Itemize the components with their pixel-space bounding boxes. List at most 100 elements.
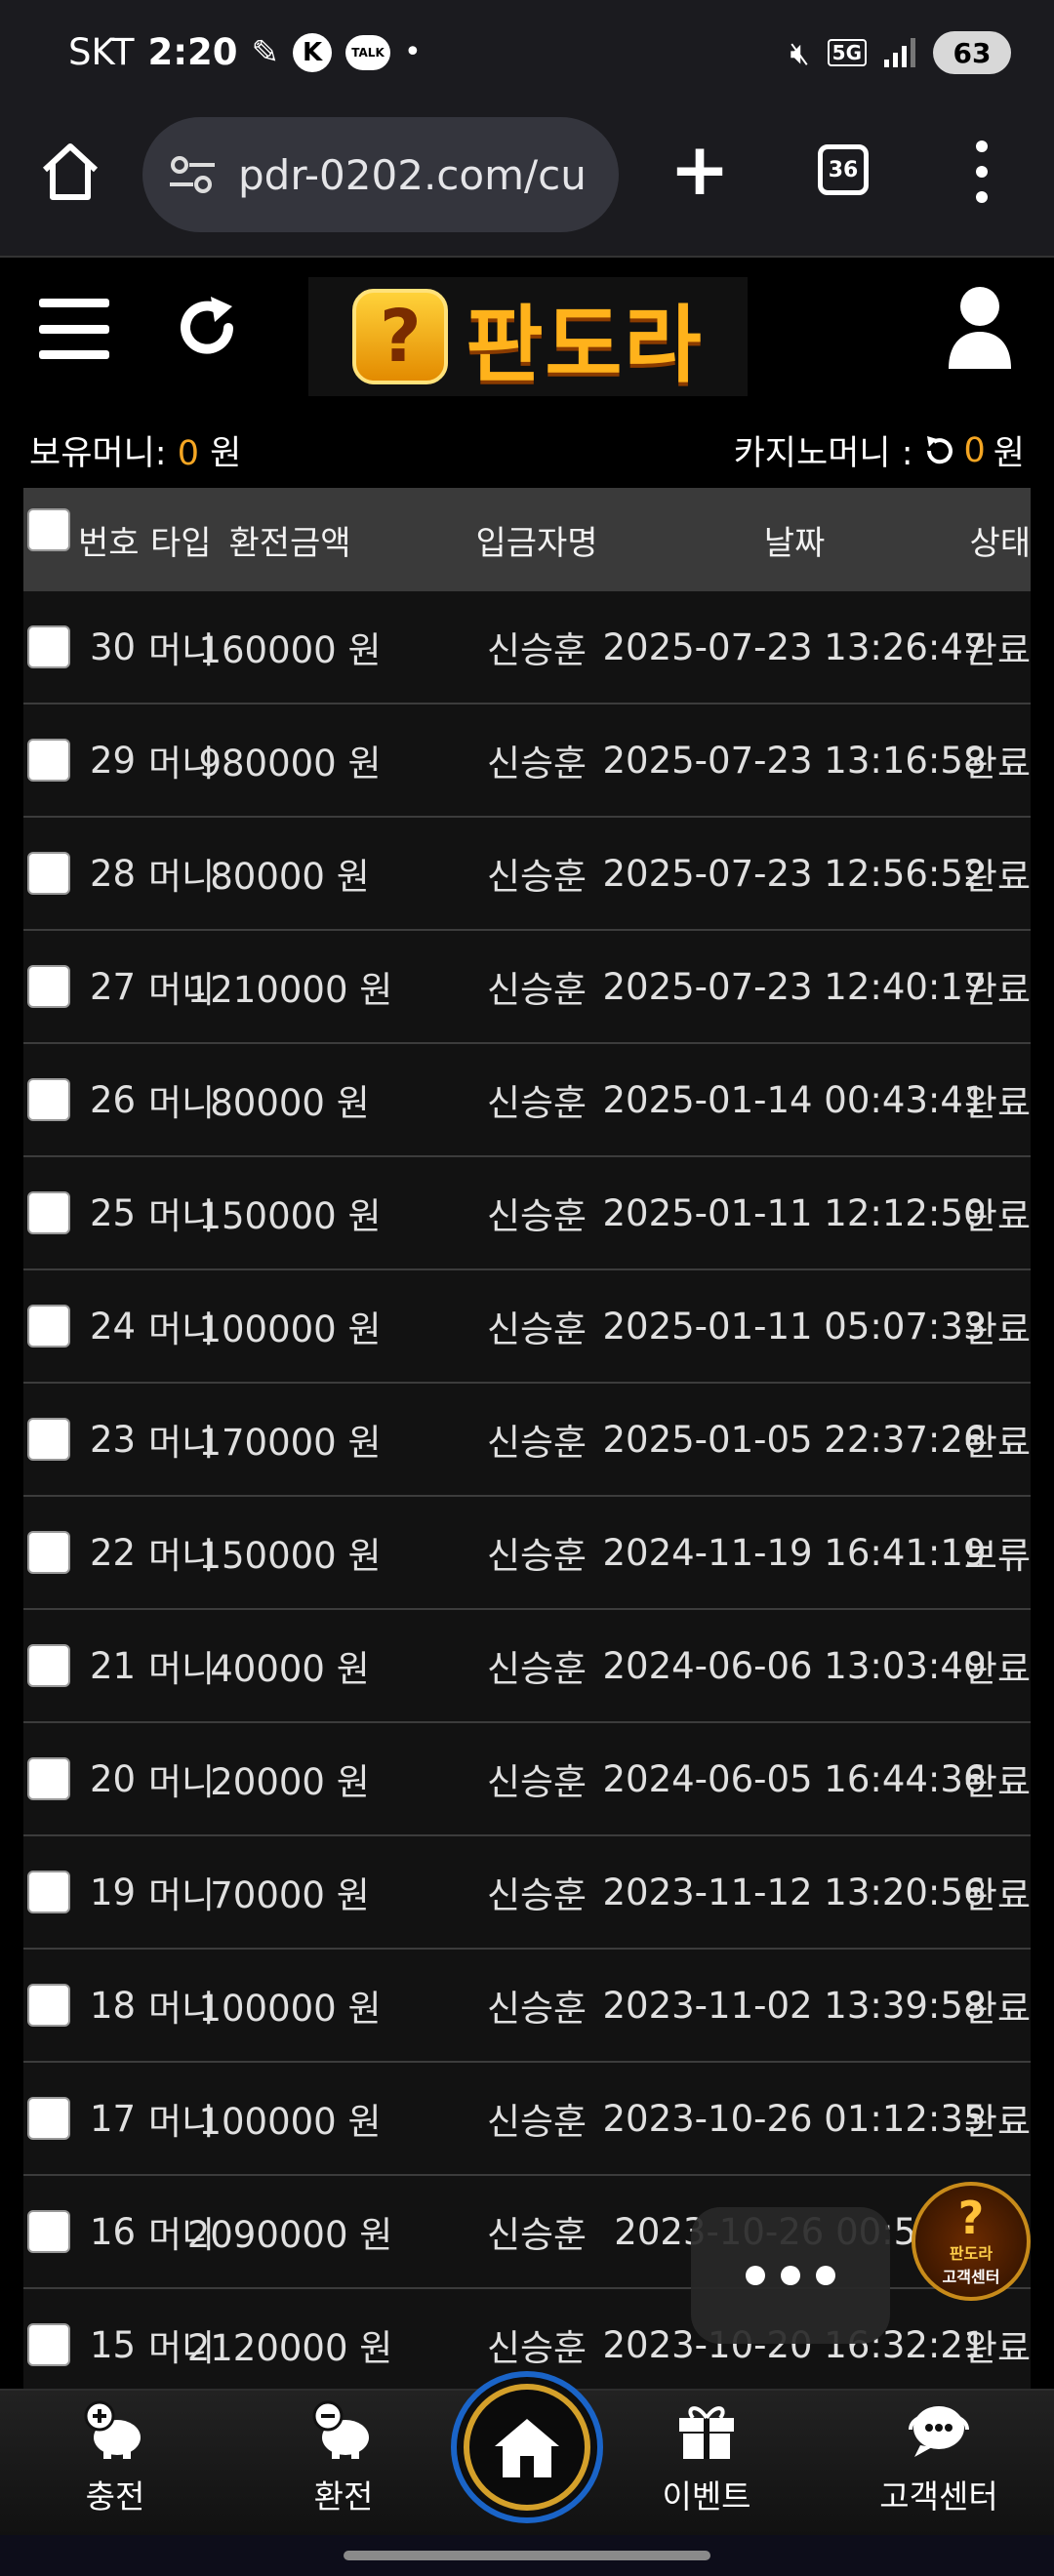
row-no: 23 <box>90 1418 137 1461</box>
row-checkbox-cell <box>27 1950 70 2061</box>
mute-icon: 🔇︎ <box>790 33 810 71</box>
gesture-handle[interactable] <box>344 2551 710 2560</box>
row-status: 완료 <box>963 629 1031 671</box>
row-checkbox[interactable] <box>27 1871 70 1913</box>
logo-question-icon: ? <box>352 289 449 384</box>
row-amount: 100000 원 <box>198 1308 382 1350</box>
casino-balance: 카지노머니 : 0 원 <box>734 425 1025 475</box>
nav-event[interactable]: 이벤트 <box>619 2391 794 2537</box>
row-checkbox[interactable] <box>27 2210 70 2253</box>
table-row[interactable]: 23 머니 170000 원 신승훈 2025-01-05 22:37:26 완료 <box>23 1384 1031 1497</box>
network-type-icon: 5G <box>827 39 867 66</box>
row-status: 완료 <box>963 1422 1031 1464</box>
row-checkbox[interactable] <box>27 852 70 895</box>
money-unit: 원 <box>210 434 242 473</box>
row-checkbox[interactable] <box>27 739 70 782</box>
table-row[interactable]: 29 머니 980000 원 신승훈 2025-07-23 13:16:58 완료 <box>23 704 1031 818</box>
select-all-cell <box>27 478 70 582</box>
new-tab-icon[interactable]: + <box>669 134 730 206</box>
talk-notification-icon: TALK <box>345 34 391 70</box>
table-row[interactable]: 21 머니 40000 원 신승훈 2024-06-06 13:03:40 완료 <box>23 1610 1031 1723</box>
table-row[interactable]: 18 머니 100000 원 신승훈 2023-11-02 13:39:58 완료 <box>23 1950 1031 2063</box>
row-amount: 2120000 원 <box>186 2327 393 2369</box>
tab-switcher-button[interactable]: 36 <box>818 144 869 195</box>
row-checkbox-cell <box>27 2176 70 2287</box>
table-row[interactable]: 24 머니 100000 원 신승훈 2025-01-11 05:07:33 완료 <box>23 1270 1031 1384</box>
hamburger-menu-icon[interactable] <box>39 299 109 359</box>
row-checkbox-cell <box>27 1836 70 1948</box>
row-checkbox[interactable] <box>27 1757 70 1800</box>
carrier-label: SKT <box>68 31 135 73</box>
piggy-plus-icon <box>84 2400 141 2459</box>
money-label: 보유머니: <box>29 434 167 473</box>
table-row[interactable]: 28 머니 80000 원 신승훈 2025-07-23 12:56:52 완료 <box>23 818 1031 931</box>
site-logo[interactable]: ? 판도라 <box>308 277 748 396</box>
table-row[interactable]: 22 머니 150000 원 신승훈 2024-11-19 16:41:19 보류 <box>23 1497 1031 1610</box>
row-checkbox-cell <box>27 1270 70 1382</box>
browser-home-icon[interactable] <box>37 139 103 205</box>
row-checkbox[interactable] <box>27 1984 70 2027</box>
customer-center-badge[interactable]: ? 판도라 고객센터 <box>912 2182 1031 2301</box>
signal-icon <box>884 38 915 67</box>
row-status: 완료 <box>963 1195 1031 1237</box>
browser-toolbar: pdr-0202.com/cu + 36 <box>0 109 1054 258</box>
row-status: 보류 <box>963 1535 1031 1577</box>
row-checkbox-cell <box>27 1044 70 1155</box>
row-checkbox[interactable] <box>27 2323 70 2366</box>
nav-home-button[interactable] <box>451 2371 603 2523</box>
address-bar[interactable]: pdr-0202.com/cu <box>142 117 619 232</box>
row-checkbox[interactable] <box>27 1078 70 1121</box>
nav-exchange[interactable]: 환전 <box>256 2391 431 2537</box>
row-amount: 70000 원 <box>210 1874 370 1916</box>
row-amount: 160000 원 <box>198 629 382 671</box>
table-row[interactable]: 20 머니 20000 원 신승훈 2024-06-05 16:44:36 완료 <box>23 1723 1031 1836</box>
typing-chat-bubble[interactable] <box>691 2207 890 2344</box>
table-row[interactable]: 26 머니 80000 원 신승훈 2025-01-14 00:43:41 완료 <box>23 1044 1031 1157</box>
row-checkbox[interactable] <box>27 2097 70 2140</box>
table-row[interactable]: 30 머니 160000 원 신승훈 2025-07-23 13:26:47 완료 <box>23 591 1031 704</box>
row-date: 2023-10-26 01:12:35 <box>602 2097 987 2140</box>
more-notifications-dot-icon: • <box>404 35 422 69</box>
system-gesture-bar <box>0 2535 1054 2576</box>
row-date: 2025-01-05 22:37:26 <box>602 1418 987 1461</box>
refresh-icon[interactable] <box>172 293 242 363</box>
status-right: 🔇︎ 5G 63 <box>790 31 1011 74</box>
row-no: 24 <box>90 1305 137 1348</box>
nav-charge[interactable]: 충전 <box>27 2391 203 2537</box>
row-checkbox-cell <box>27 818 70 929</box>
user-profile-icon[interactable] <box>945 283 1015 373</box>
row-amount: 80000 원 <box>210 856 370 898</box>
logo-text: 판도라 <box>466 296 704 394</box>
row-checkbox[interactable] <box>27 1531 70 1574</box>
row-no: 20 <box>90 1757 137 1800</box>
row-no: 28 <box>90 852 137 895</box>
row-date: 2025-07-23 13:16:58 <box>602 739 987 782</box>
row-status: 완료 <box>963 1648 1031 1690</box>
row-date: 2025-01-11 12:12:50 <box>602 1191 987 1234</box>
url-text[interactable]: pdr-0202.com/cu <box>238 151 587 199</box>
table-row[interactable]: 27 머니 1210000 원 신승훈 2025-07-23 12:40:17 완료 <box>23 931 1031 1044</box>
browser-menu-icon[interactable] <box>972 141 992 203</box>
row-no: 29 <box>90 739 137 782</box>
row-checkbox[interactable] <box>27 1305 70 1348</box>
site-settings-icon[interactable] <box>168 155 217 194</box>
row-checkbox[interactable] <box>27 625 70 668</box>
row-amount: 2090000 원 <box>186 2214 393 2256</box>
select-all-checkbox[interactable] <box>27 508 70 551</box>
row-checkbox[interactable] <box>27 1418 70 1461</box>
row-checkbox[interactable] <box>27 1644 70 1687</box>
table-row[interactable]: 25 머니 150000 원 신승훈 2025-01-11 12:12:50 완료 <box>23 1157 1031 1270</box>
nav-support[interactable]: 고객센터 <box>851 2391 1027 2537</box>
row-status: 완료 <box>963 2327 1031 2369</box>
table-row[interactable]: 19 머니 70000 원 신승훈 2023-11-12 13:20:56 완료 <box>23 1836 1031 1950</box>
casino-refresh-icon[interactable] <box>921 433 956 468</box>
row-checkbox-cell <box>27 1497 70 1608</box>
badge-line1: 판도라 <box>949 2244 993 2263</box>
row-checkbox-cell <box>27 1157 70 1268</box>
row-checkbox[interactable] <box>27 1191 70 1234</box>
row-amount: 170000 원 <box>198 1422 382 1464</box>
table-row[interactable]: 17 머니 100000 원 신승훈 2023-10-26 01:12:35 완료 <box>23 2063 1031 2176</box>
row-status: 완료 <box>963 1874 1031 1916</box>
row-checkbox[interactable] <box>27 965 70 1008</box>
row-status: 완료 <box>963 1308 1031 1350</box>
